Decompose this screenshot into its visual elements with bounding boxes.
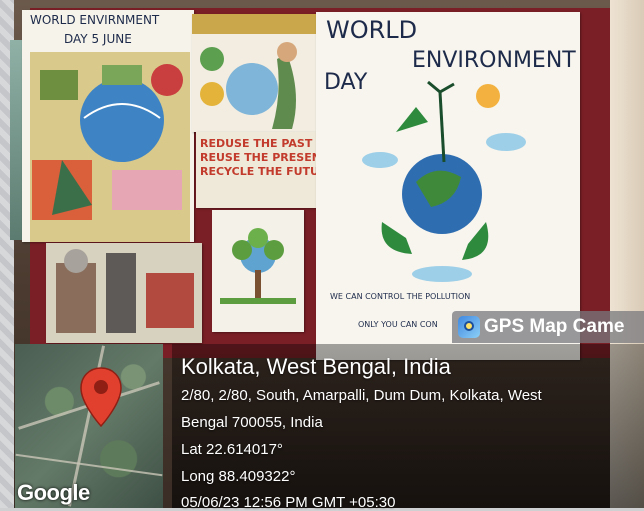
latitude: Lat 22.614017° [181,441,283,458]
location-info-panel: Kolkata, West Bengal, India 2/80, 2/80, … [172,344,644,511]
poster-right: WORLD ENVIRONMENT DAY WE CAN CONTROL THE… [316,12,580,360]
poster-left-illustration [30,52,190,242]
poster-left-lower [46,243,202,343]
gps-map-camera-badge: GPS Map Came [452,311,644,343]
map-pin-icon [80,367,122,428]
address-line-2: Bengal 700055, India [181,414,323,431]
poster-left: WORLD ENVIRNMENT DAY 5 JUNE [22,10,194,242]
poster-middle-top-illustration [192,14,318,129]
poster-middle-tree [212,210,304,332]
address-line-1: 2/80, 2/80, South, Amarpalli, Dum Dum, K… [181,387,542,404]
earth-recycle-icon [362,80,526,282]
poster-left-lower-illustration [46,243,202,343]
gps-camera-icon [458,316,480,338]
poster-middle-slogan: REDUSE THE PAST REUSE THE PRESENT RECYCL… [196,132,316,208]
map-brand: Google [17,480,90,505]
poster-middle-top [192,14,318,132]
slogan-line-3: RECYCLE THE FUTURE [200,165,316,178]
gps-badge-label: GPS Map Came [484,316,625,337]
longitude: Long 88.409322° [181,468,296,485]
poster-right-caption-1: WE CAN CONTROL THE POLLUTION [330,292,471,301]
tree-icon [220,228,296,304]
poster-right-caption-2: ONLY YOU CAN CON [358,320,438,329]
slogan-line-1: REDUSE THE PAST [200,137,313,150]
map-road [15,453,163,477]
slogan-line-2: REUSE THE PRESENT [200,151,316,164]
location-title: Kolkata, West Bengal, India [181,354,451,379]
timestamp: 05/06/23 12:56 PM GMT +05:30 [181,494,396,511]
mini-map: Google [15,344,163,508]
